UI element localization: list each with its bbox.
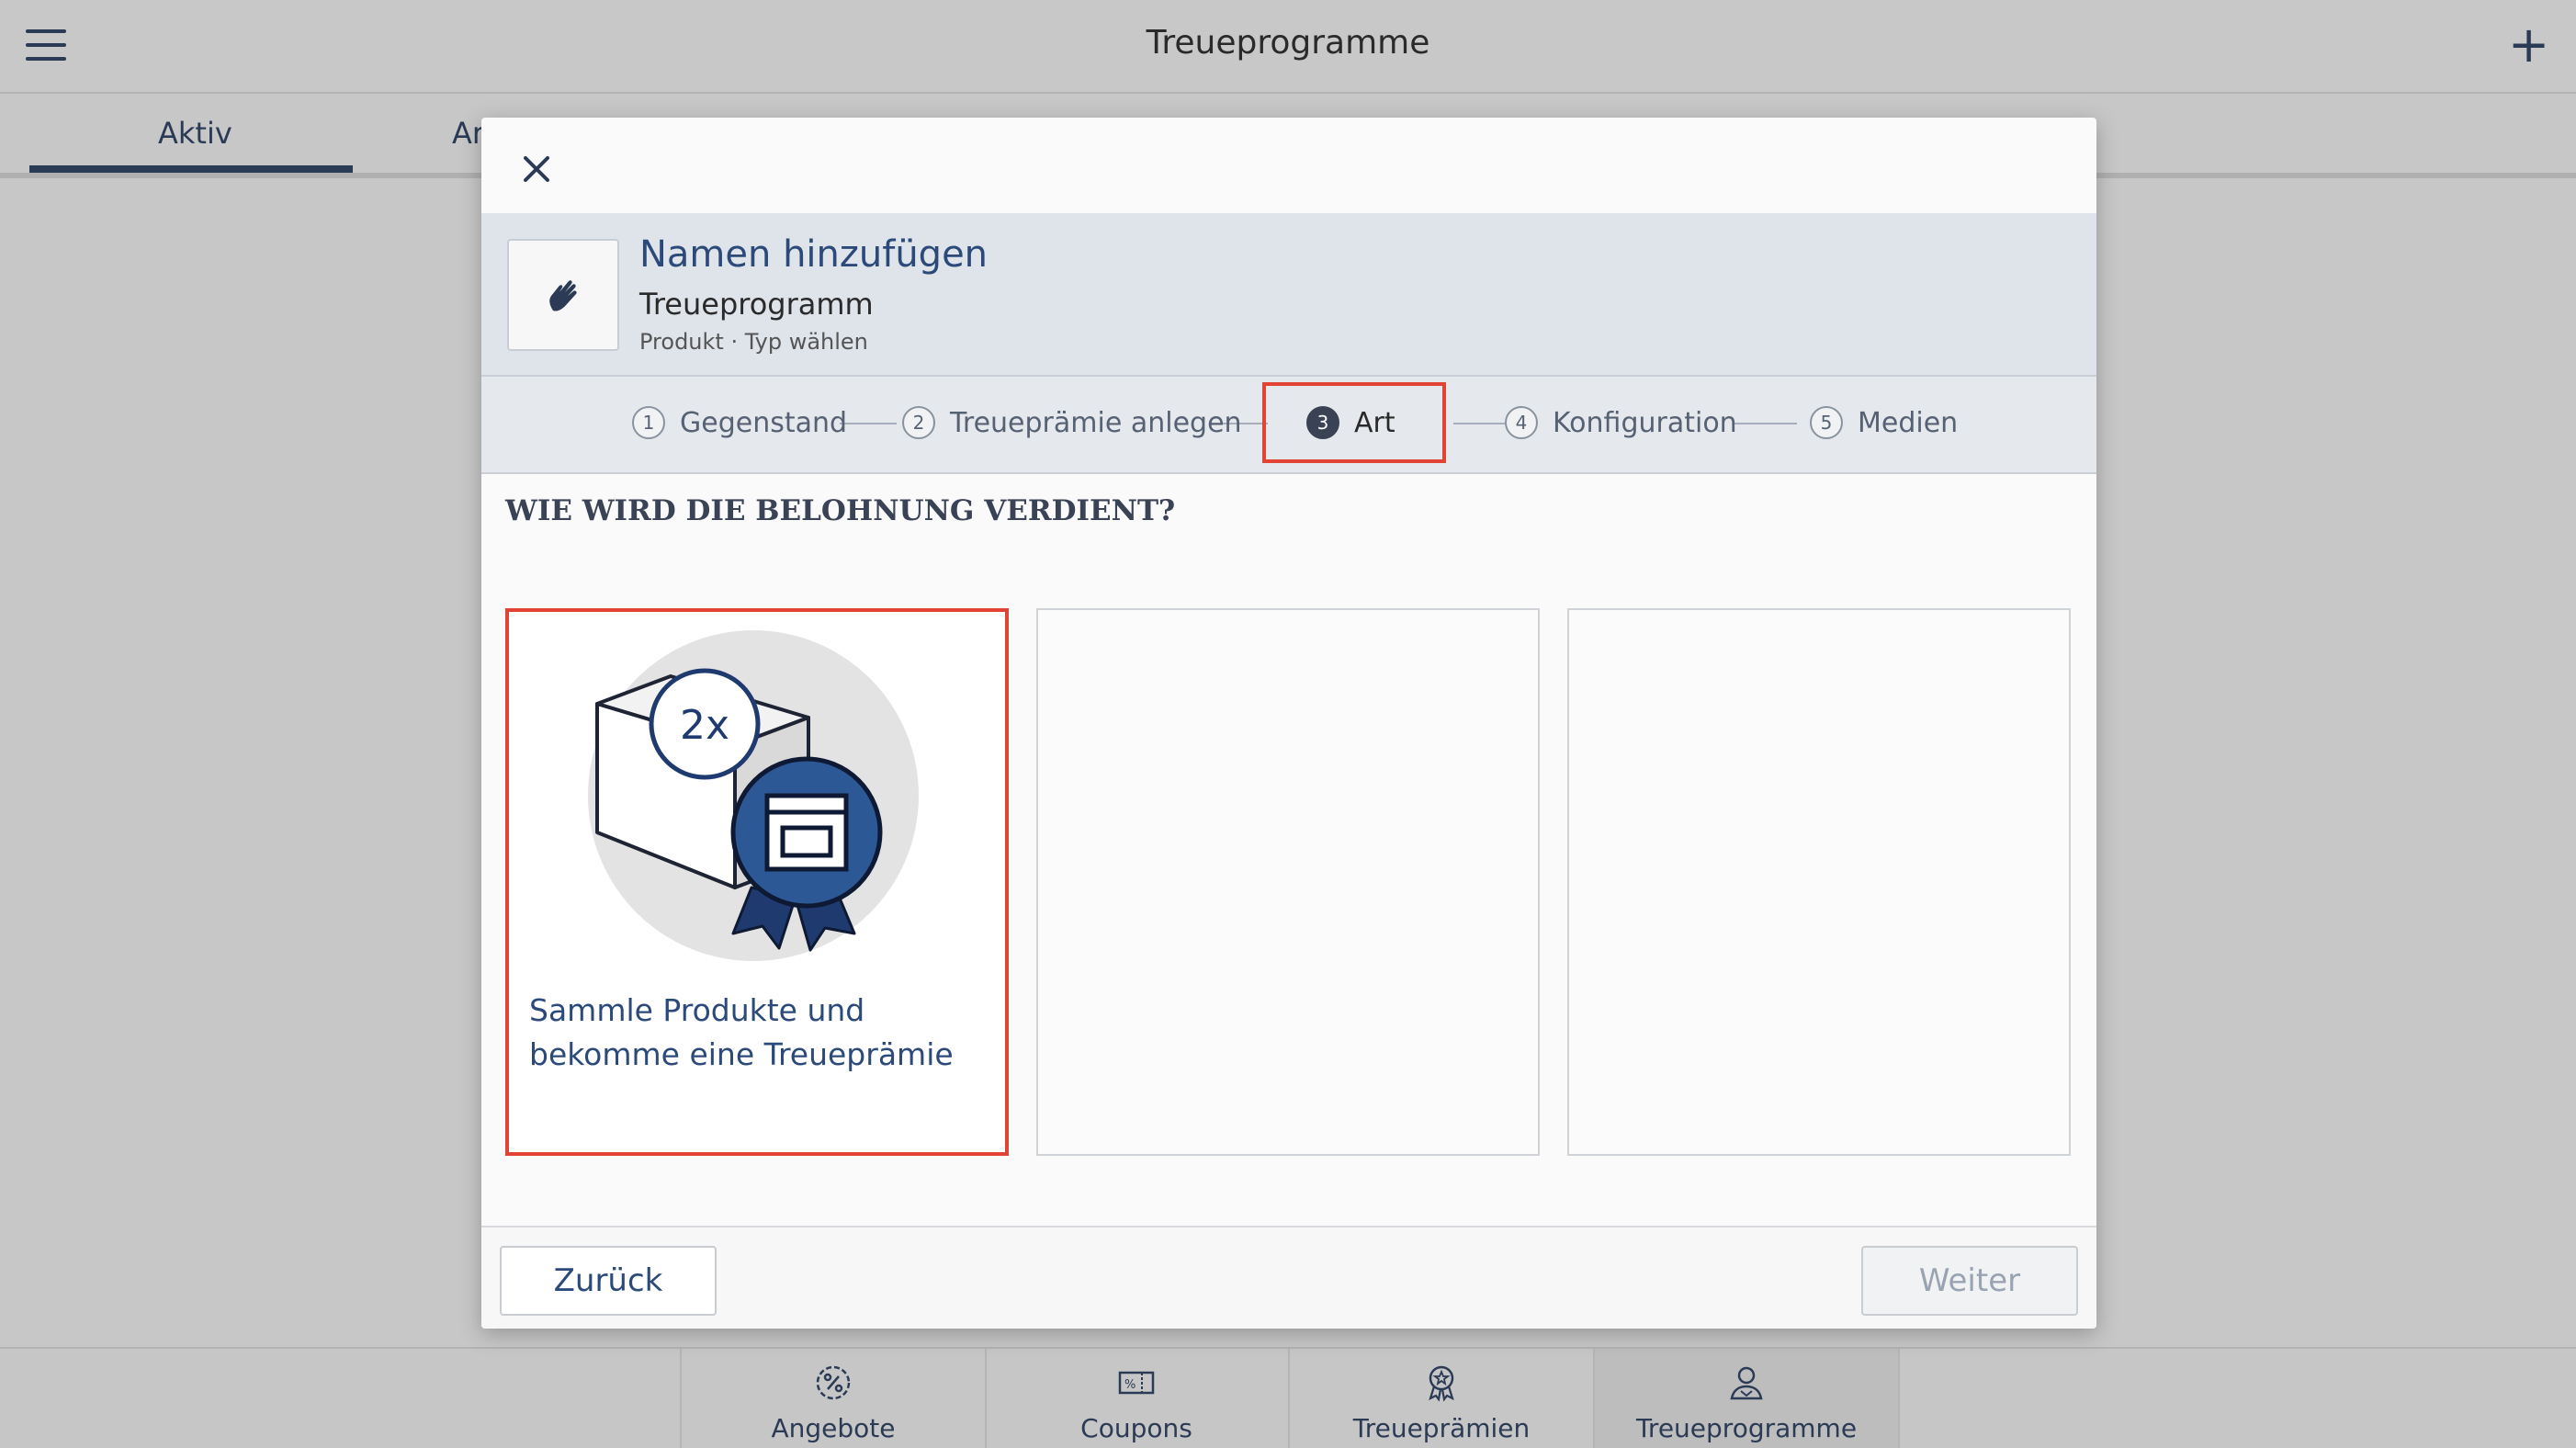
nav-item-treueprogramme[interactable]: Treueprogramme — [1595, 1349, 1900, 1448]
step-treuepraemie-anlegen[interactable]: 2 Treueprämie anlegen — [902, 406, 1242, 439]
program-type-label: Treueprogramm — [639, 287, 874, 322]
nav-item-treuepraemien[interactable]: Treueprämien — [1290, 1349, 1595, 1448]
current-step-highlight — [1262, 382, 1446, 463]
wizard-stepper: 1 Gegenstand 2 Treueprämie anlegen 3 Art… — [481, 377, 2096, 474]
award-icon — [1429, 1365, 1454, 1402]
step-connector — [840, 423, 897, 424]
nav-item-angebote[interactable]: Angebote — [680, 1349, 987, 1448]
quantity-badge-text: 2x — [680, 702, 729, 749]
program-thumbnail — [507, 239, 619, 351]
tab-archiv[interactable]: Ar — [452, 116, 484, 151]
active-tab-indicator — [29, 165, 353, 173]
close-button[interactable] — [509, 141, 564, 197]
step-konfiguration[interactable]: 4 Konfiguration — [1505, 406, 1737, 439]
nav-label: Angebote — [771, 1413, 896, 1443]
top-bar: Treueprogramme + — [0, 0, 2576, 94]
option-card-3[interactable] — [1567, 608, 2071, 1156]
step-connector — [1453, 423, 1508, 424]
step-label: Medien — [1858, 406, 1959, 439]
option-card-collect-products[interactable]: 2x Sammle Produkte und bekomme eine Treu… — [505, 608, 1009, 1156]
step-gegenstand[interactable]: 1 Gegenstand — [632, 406, 847, 439]
step-medien[interactable]: 5 Medien — [1810, 406, 1958, 439]
step-label: Treueprämie anlegen — [950, 406, 1242, 439]
percent-badge-icon — [816, 1365, 851, 1400]
step-number: 1 — [632, 406, 665, 439]
step-number: 5 — [1810, 406, 1843, 439]
loyalty-person-icon — [1730, 1366, 1763, 1400]
option-card-2[interactable] — [1036, 608, 1540, 1156]
create-loyalty-program-dialog: Namen hinzufügen Treueprogramm Produkt ·… — [481, 118, 2096, 1329]
nav-label: Treueprämien — [1352, 1413, 1531, 1443]
nav-item-coupons[interactable]: % Coupons — [985, 1349, 1290, 1448]
step-number: 4 — [1505, 406, 1538, 439]
svg-text:%: % — [1124, 1378, 1135, 1392]
program-summary-header: Namen hinzufügen Treueprogramm Produkt ·… — [481, 213, 2096, 377]
nav-label: Coupons — [1080, 1413, 1192, 1443]
section-question: WIE WIRD DIE BELOHNUNG VERDIENT? — [505, 494, 1176, 527]
coupon-icon: % — [1118, 1371, 1155, 1395]
step-label: Gegenstand — [680, 406, 848, 439]
step-connector — [1734, 423, 1797, 424]
add-icon[interactable]: + — [2508, 20, 2549, 70]
program-meta-label: Produkt · Typ wählen — [639, 329, 868, 355]
nav-label: Treueprogramme — [1635, 1413, 1858, 1443]
step-label: Konfiguration — [1553, 406, 1737, 439]
program-name-title: Namen hinzufügen — [639, 233, 989, 276]
bottom-navigation: Angebote % Coupons Treueprämien Treuepro… — [0, 1347, 2576, 1448]
next-button[interactable]: Weiter — [1861, 1246, 2078, 1316]
option-label: Sammle Produkte und bekomme eine Treuepr… — [529, 992, 954, 1072]
back-button[interactable]: Zurück — [500, 1246, 717, 1316]
tab-aktiv[interactable]: Aktiv — [158, 116, 232, 151]
close-icon — [524, 156, 549, 182]
step-number: 2 — [902, 406, 935, 439]
collect-products-illustration: 2x — [588, 630, 919, 961]
page-title: Treueprogramme — [1146, 24, 1430, 62]
hand-icon — [549, 280, 577, 311]
dialog-footer: Zurück Weiter — [481, 1226, 2096, 1329]
